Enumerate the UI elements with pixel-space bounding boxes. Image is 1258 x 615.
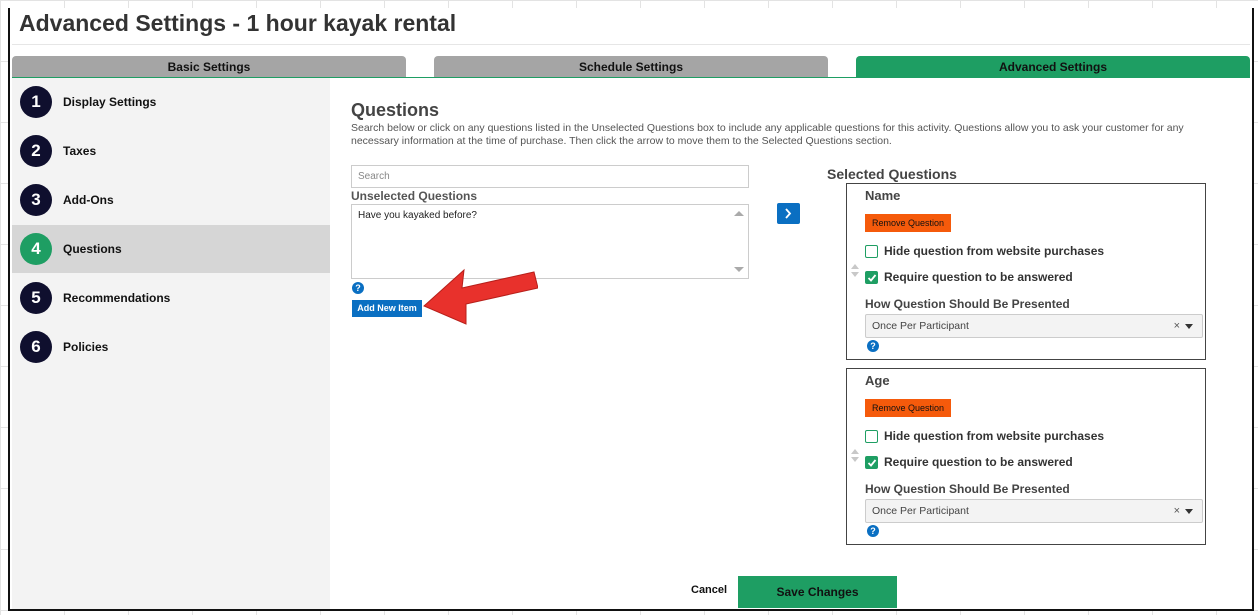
require-answer-checkbox[interactable] <box>865 456 878 469</box>
selected-question-card: Name Remove Question Hide question from … <box>846 183 1206 360</box>
require-answer-label[interactable]: Require question to be answered <box>884 270 1073 284</box>
sidebar-item-label: Add-Ons <box>63 193 114 207</box>
hide-question-label[interactable]: Hide question from website purchases <box>884 244 1104 258</box>
scroll-up-icon[interactable] <box>734 211 744 216</box>
section-title: Questions <box>351 100 440 120</box>
clear-selection-icon[interactable]: × <box>1174 500 1180 522</box>
hide-question-label[interactable]: Hide question from website purchases <box>884 429 1104 443</box>
question-name: Age <box>865 373 890 388</box>
tab-basic-settings[interactable]: Basic Settings <box>12 56 406 78</box>
question-name: Name <box>865 188 901 203</box>
require-answer-label[interactable]: Require question to be answered <box>884 455 1073 469</box>
page-title: Advanced Settings - 1 hour kayak rental <box>19 10 457 36</box>
sidebar-item-recommendations[interactable]: 5 Recommendations <box>12 274 330 322</box>
clear-selection-icon[interactable]: × <box>1174 315 1180 337</box>
help-icon[interactable]: ? <box>352 282 364 294</box>
sidebar-item-label: Recommendations <box>63 291 171 305</box>
presentation-label: How Question Should Be Presented <box>865 482 1070 496</box>
title-divider <box>12 44 1250 45</box>
require-answer-checkbox[interactable] <box>865 271 878 284</box>
red-arrow-annotation <box>423 268 538 325</box>
tab-advanced-settings[interactable]: Advanced Settings <box>856 56 1250 78</box>
remove-question-button[interactable]: Remove Question <box>865 399 951 417</box>
hide-question-checkbox[interactable] <box>865 245 878 258</box>
help-icon[interactable]: ? <box>867 340 879 352</box>
sidebar-item-label: Display Settings <box>63 95 157 109</box>
step-number-badge: 5 <box>20 282 52 314</box>
add-new-item-button[interactable]: Add New Item <box>352 300 422 317</box>
step-number-badge: 2 <box>20 135 52 167</box>
check-icon <box>867 274 877 282</box>
presentation-select[interactable]: Once Per Participant × <box>865 314 1203 338</box>
sidebar-item-add-ons[interactable]: 3 Add-Ons <box>12 176 330 224</box>
remove-question-button[interactable]: Remove Question <box>865 214 951 232</box>
unselected-questions-label: Unselected Questions <box>351 189 478 203</box>
sidebar-item-taxes[interactable]: 2 Taxes <box>12 127 330 175</box>
selected-questions-title: Selected Questions <box>827 166 957 182</box>
cancel-button[interactable]: Cancel <box>691 584 727 596</box>
section-description: Search below or click on any questions l… <box>351 122 1184 147</box>
sidebar: 1 Display Settings 2 Taxes 3 Add-Ons 4 Q… <box>12 78 330 609</box>
sidebar-item-label: Policies <box>63 340 109 354</box>
search-input[interactable] <box>351 165 749 188</box>
step-number-badge: 6 <box>20 331 52 363</box>
move-to-selected-button[interactable] <box>777 203 800 224</box>
hide-question-checkbox[interactable] <box>865 430 878 443</box>
chevron-right-icon <box>785 208 792 219</box>
presentation-label: How Question Should Be Presented <box>865 297 1070 311</box>
advanced-settings-window: Advanced Settings - 1 hour kayak rental … <box>8 8 1254 611</box>
presentation-select-value: Once Per Participant <box>872 320 969 332</box>
unselected-questions-list[interactable]: Have you kayaked before? <box>351 204 749 279</box>
chevron-down-icon[interactable] <box>1185 509 1193 514</box>
step-number-badge: 1 <box>20 86 52 118</box>
list-item[interactable]: Have you kayaked before? <box>358 210 477 221</box>
sidebar-item-display-settings[interactable]: 1 Display Settings <box>12 78 330 126</box>
tab-schedule-settings[interactable]: Schedule Settings <box>434 56 828 78</box>
help-icon[interactable]: ? <box>867 525 879 537</box>
presentation-select-value: Once Per Participant <box>872 505 969 517</box>
step-number-badge: 3 <box>20 184 52 216</box>
save-changes-button[interactable]: Save Changes <box>738 576 897 608</box>
check-icon <box>867 459 877 467</box>
scroll-down-icon[interactable] <box>734 267 744 272</box>
selected-question-card: Age Remove Question Hide question from w… <box>846 368 1206 545</box>
chevron-down-icon[interactable] <box>1185 324 1193 329</box>
presentation-select[interactable]: Once Per Participant × <box>865 499 1203 523</box>
sidebar-item-questions[interactable]: 4 Questions <box>12 225 330 273</box>
sidebar-item-label: Questions <box>63 242 122 256</box>
sidebar-item-policies[interactable]: 6 Policies <box>12 323 330 371</box>
step-number-badge: 4 <box>20 233 52 265</box>
sidebar-item-label: Taxes <box>63 144 97 158</box>
